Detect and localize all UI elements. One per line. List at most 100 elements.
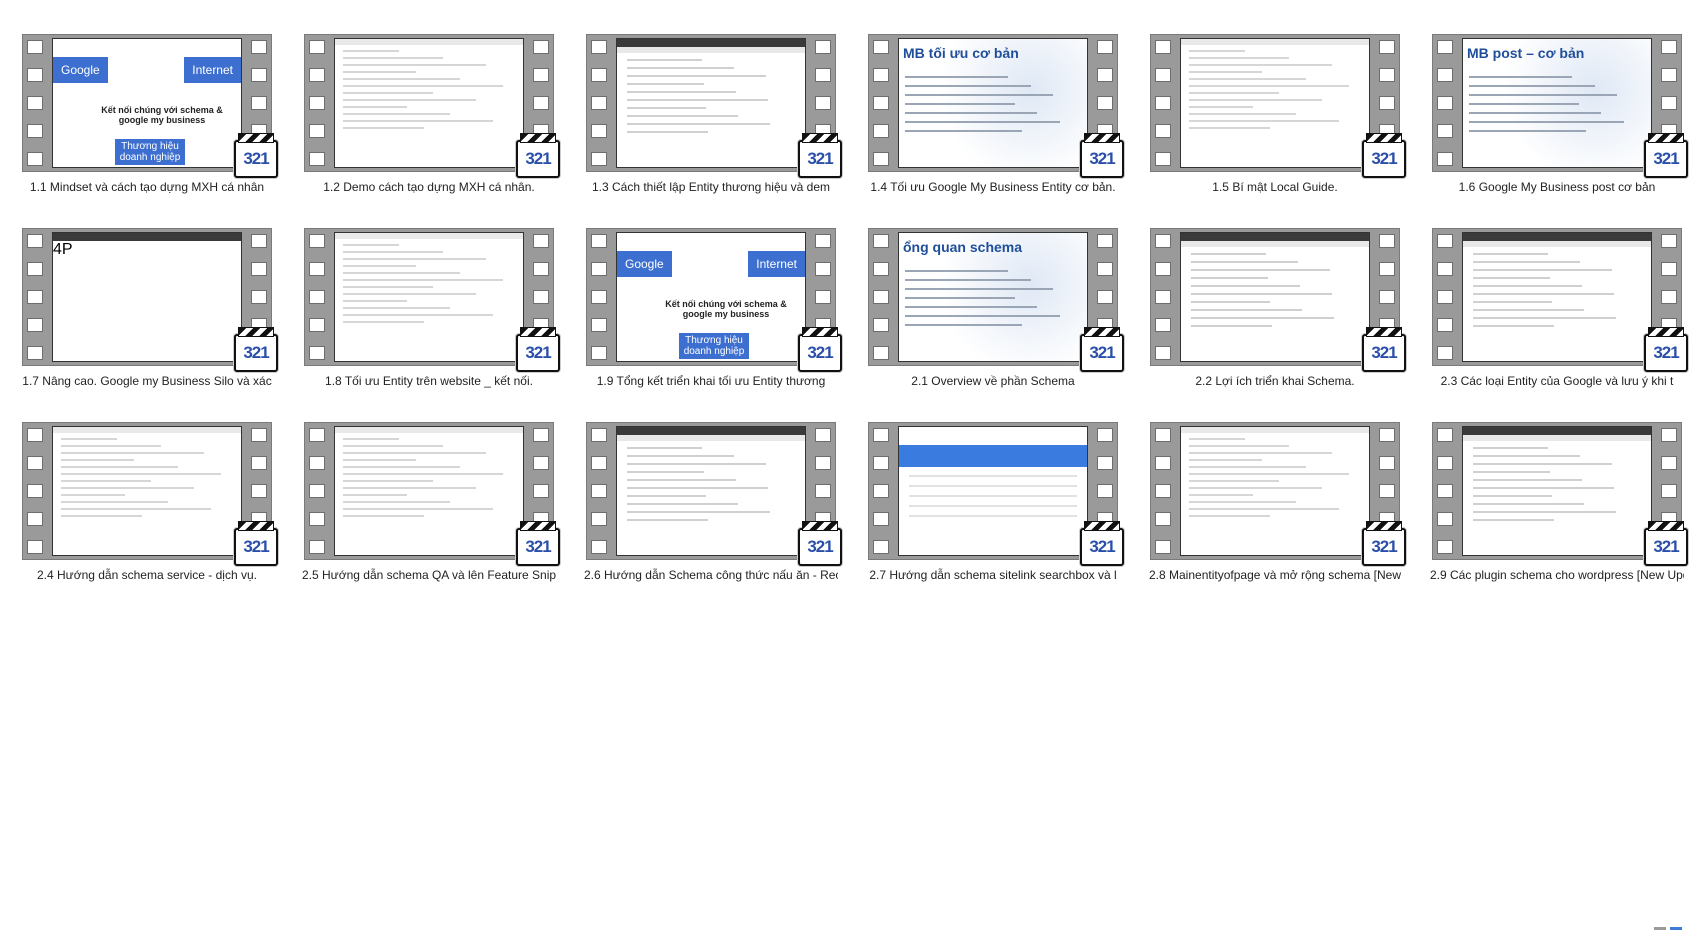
video-thumbnail[interactable]: ổng quan schema 321	[868, 228, 1124, 372]
video-thumbnail[interactable]: 321	[304, 422, 560, 566]
video-frame-preview	[1180, 38, 1370, 168]
browser-tabs	[1463, 233, 1651, 241]
video-thumbnail[interactable]: 321	[1150, 228, 1406, 372]
video-thumbnail[interactable]: 321	[1150, 34, 1406, 178]
film-perforation	[1437, 40, 1453, 166]
video-thumbnail[interactable]: 321	[22, 422, 278, 566]
file-name-label: 2.5 Hướng dẫn schema QA và lên Feature S…	[302, 568, 556, 582]
text-line	[627, 107, 706, 109]
text-line	[343, 127, 424, 129]
film-perforation	[27, 234, 43, 360]
video-thumbnail[interactable]: MB tối ưu cơ bản 321	[868, 34, 1124, 178]
video-file-item[interactable]: Google Internet Kết nối chúng với schema &…	[20, 34, 278, 194]
browser-tabs	[617, 39, 805, 47]
video-file-item[interactable]: 321 2.5 Hướng dẫn schema QA và lên Featur…	[302, 422, 560, 582]
video-frame-preview: ổng quan schema	[898, 232, 1088, 362]
video-thumbnail[interactable]: MB post – cơ bản 321	[1432, 34, 1688, 178]
text-line	[1191, 261, 1299, 263]
media-player-clapper-icon: 321	[798, 327, 842, 372]
video-file-item[interactable]: 321 1.8 Tối ưu Entity trên website _ kết …	[302, 228, 560, 388]
text-line	[627, 131, 708, 133]
four-p-circle: 4P	[53, 241, 73, 258]
text-line	[343, 251, 443, 253]
text-line	[627, 503, 738, 505]
video-thumbnail[interactable]: 321	[586, 422, 842, 566]
file-name-label: 2.4 Hướng dẫn schema service - dịch vụ.	[36, 568, 257, 582]
text-line	[1473, 455, 1581, 457]
text-line	[343, 445, 443, 447]
video-frame-preview	[1462, 426, 1652, 556]
text-line	[1189, 64, 1332, 66]
video-thumbnail[interactable]: 321	[1150, 422, 1406, 566]
text-line	[343, 244, 400, 246]
media-player-clapper-icon: 321	[516, 133, 560, 178]
video-file-item[interactable]: MB post – cơ bản 321 1.6 Google My Busines…	[1430, 34, 1688, 194]
video-file-item[interactable]: ổng quan schema 321 2.1 Overview về phần S…	[866, 228, 1124, 388]
file-name-label: 1.3 Cách thiết lập Entity thương hiệu và…	[591, 180, 831, 194]
video-file-item[interactable]: 321 1.5 Bí mật Local Guide.	[1148, 34, 1406, 194]
text-line	[627, 487, 768, 489]
text-line	[1473, 495, 1552, 497]
text-line	[343, 99, 477, 101]
text-line	[1189, 50, 1246, 52]
text-line	[1473, 317, 1616, 319]
video-file-item[interactable]: 321 2.6 Hướng dẫn Schema công thức nấu ăn…	[584, 422, 842, 582]
video-thumbnail[interactable]: 321	[868, 422, 1124, 566]
film-perforation	[1437, 234, 1453, 360]
video-thumbnail[interactable]: 321	[304, 34, 560, 178]
video-file-item[interactable]: 321 2.3 Các loại Entity của Google và lưu…	[1430, 228, 1688, 388]
text-line	[1189, 487, 1323, 489]
video-frame-preview	[52, 426, 242, 556]
text-line	[343, 92, 434, 94]
text-line	[343, 487, 477, 489]
address-bar	[1181, 241, 1369, 247]
video-thumbnail[interactable]: 321	[1432, 228, 1688, 372]
video-file-item[interactable]: 321 1.3 Cách thiết lập Entity thương hiệu…	[584, 34, 842, 194]
text-line	[627, 463, 767, 465]
video-file-item[interactable]: 4P 321 1.7 Nâng cao. Google my Business Si…	[20, 228, 278, 388]
video-thumbnail[interactable]: Google Internet Kết nối chúng với schema &…	[22, 34, 278, 178]
slide-title: MB post – cơ bản	[1467, 45, 1585, 61]
video-file-item[interactable]: 321 2.4 Hướng dẫn schema service - dịch v…	[20, 422, 278, 582]
video-file-item[interactable]: MB tối ưu cơ bản 321 1.4 Tối ưu Google My …	[866, 34, 1124, 194]
file-name-label: 2.8 Mainentityofpage và mở rộng schema […	[1149, 568, 1401, 582]
text-line	[627, 75, 767, 77]
text-line	[1191, 293, 1332, 295]
text-line	[343, 50, 400, 52]
media-player-clapper-icon: 321	[234, 521, 278, 566]
video-frame-preview: MB tối ưu cơ bản	[898, 38, 1088, 168]
text-line	[343, 258, 486, 260]
view-toggle-icon[interactable]	[1654, 927, 1682, 930]
text-line	[1189, 445, 1289, 447]
media-player-clapper-icon: 321	[516, 521, 560, 566]
video-file-item[interactable]: 321 2.9 Các plugin schema cho wordpress […	[1430, 422, 1688, 582]
large-icons-view-icon[interactable]	[1670, 927, 1682, 930]
text-line	[627, 91, 737, 93]
media-player-clapper-icon: 321	[1080, 521, 1124, 566]
text-line	[61, 501, 169, 503]
text-line	[61, 445, 161, 447]
video-thumbnail[interactable]: Google Internet Kết nối chúng với schema &…	[586, 228, 842, 372]
video-file-item[interactable]: 321 1.2 Demo cách tạo dựng MXH cá nhân.	[302, 34, 560, 194]
text-line	[61, 459, 135, 461]
text-line	[1189, 494, 1253, 496]
details-view-icon[interactable]	[1654, 927, 1666, 930]
text-line	[1189, 106, 1253, 108]
text-line	[61, 466, 178, 468]
file-name-label: 2.7 Hướng dẫn schema sitelink searchbox …	[869, 568, 1117, 582]
video-frame-preview	[1462, 232, 1652, 362]
media-player-clapper-icon: 321	[1644, 133, 1688, 178]
browser-tabs	[53, 233, 241, 241]
film-perforation	[27, 40, 43, 166]
video-file-item[interactable]: 321 2.7 Hướng dẫn schema sitelink searchb…	[866, 422, 1124, 582]
video-thumbnail[interactable]: 321	[586, 34, 842, 178]
graph-left-box: Google	[53, 57, 108, 83]
video-thumbnail[interactable]: 321	[304, 228, 560, 372]
video-file-item[interactable]: Google Internet Kết nối chúng với schema &…	[584, 228, 842, 388]
video-thumbnail[interactable]: 321	[1432, 422, 1688, 566]
video-thumbnail[interactable]: 4P 321	[22, 228, 278, 372]
video-file-item[interactable]: 321 2.8 Mainentityofpage và mở rộng schem…	[1148, 422, 1406, 582]
video-file-item[interactable]: 321 2.2 Lợi ích triển khai Schema.	[1148, 228, 1406, 388]
text-line	[1473, 519, 1554, 521]
text-line	[1189, 438, 1246, 440]
